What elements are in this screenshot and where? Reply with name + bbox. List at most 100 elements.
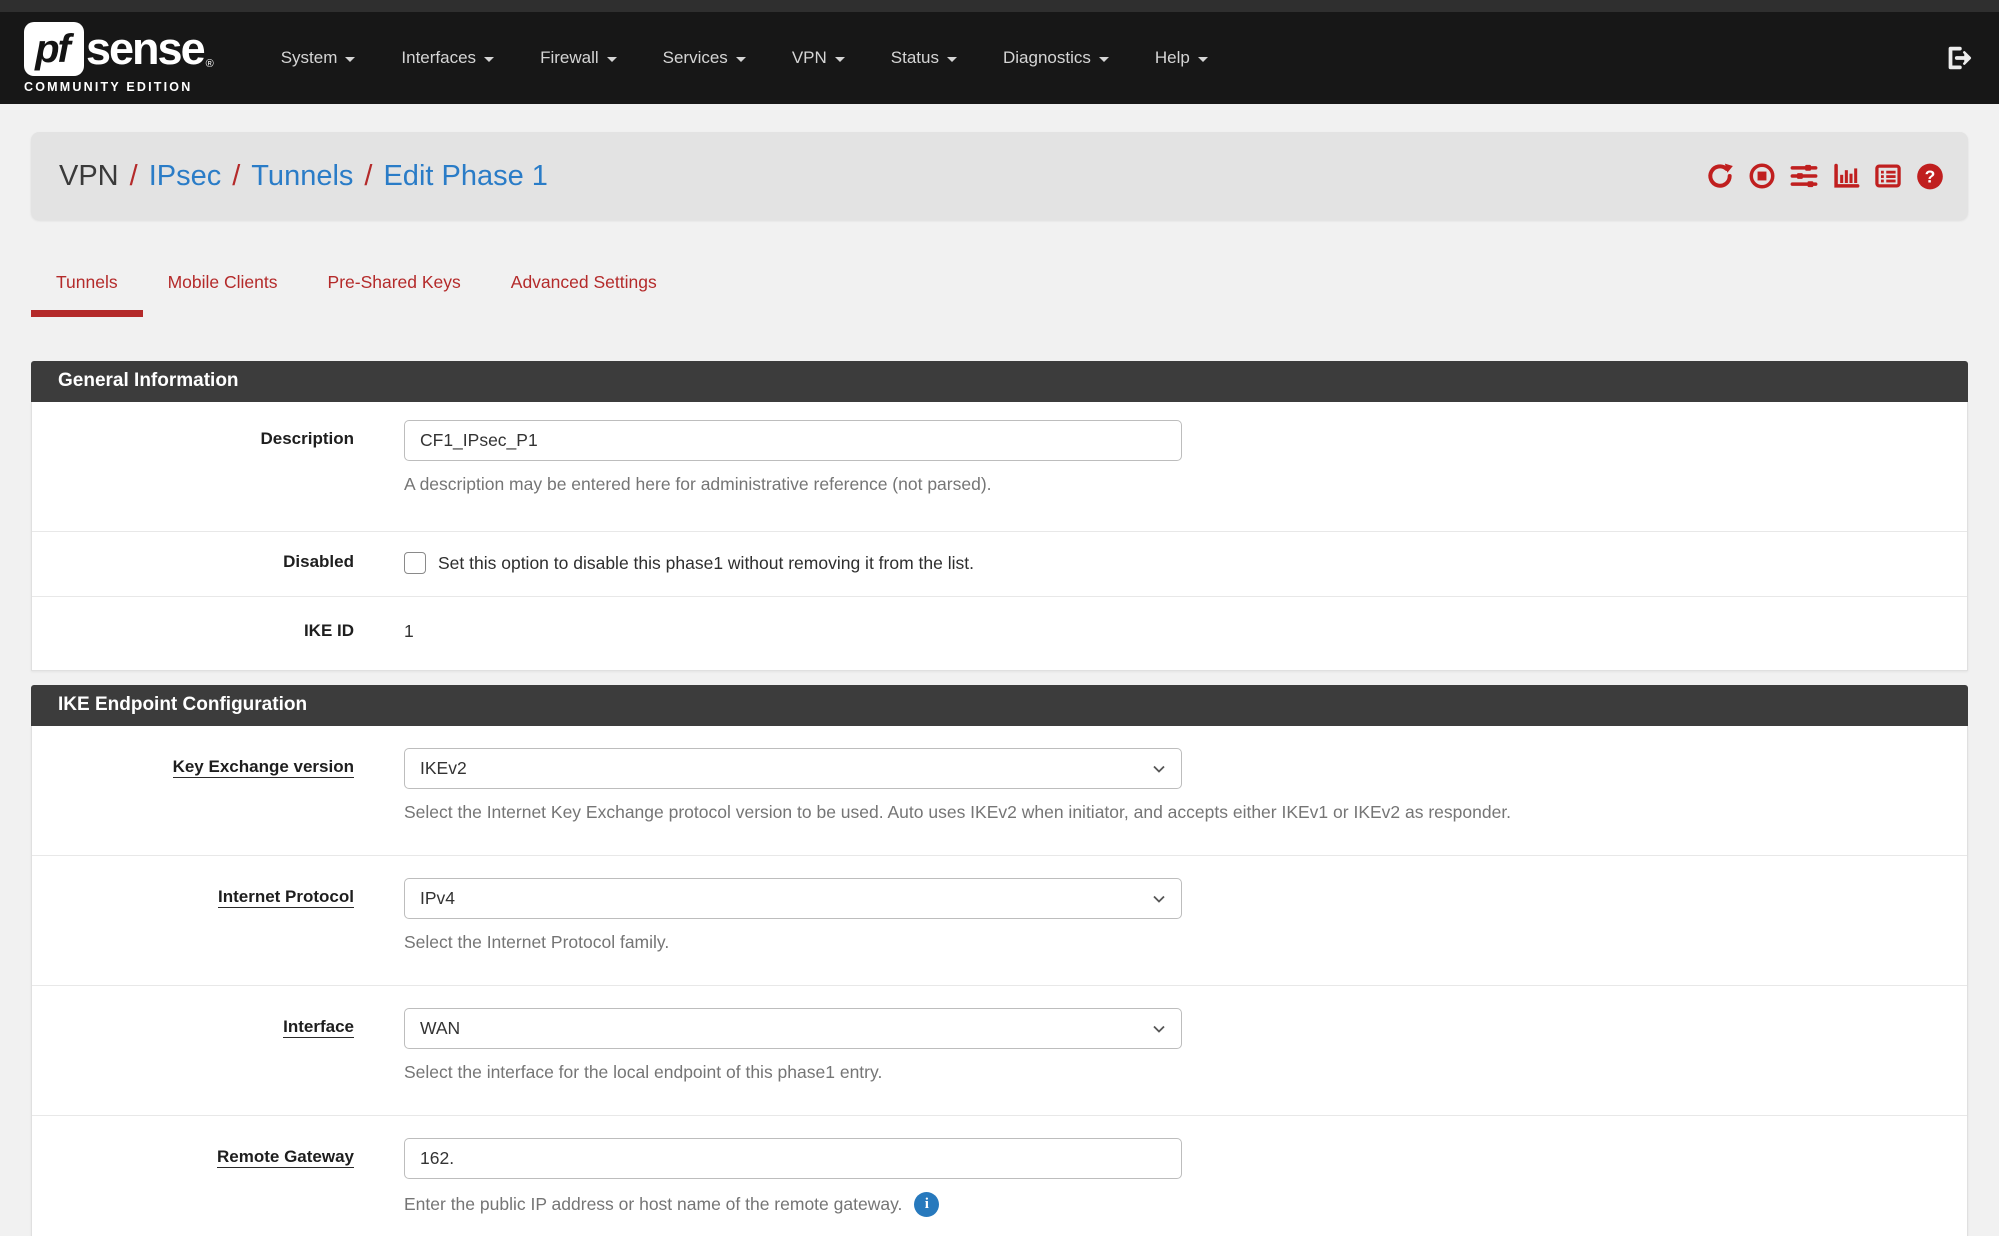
tab-tunnels[interactable]: Tunnels	[31, 272, 143, 317]
log-list-icon[interactable]	[1874, 162, 1902, 190]
disabled-option: Set this option to disable this phase1 w…	[404, 552, 1927, 574]
breadcrumb-ipsec-link[interactable]: IPsec	[149, 160, 222, 193]
key-exchange-version-content: IKEv2 Select the Internet Key Exchange p…	[404, 748, 1967, 823]
breadcrumb-tunnels-link[interactable]: Tunnels	[251, 160, 353, 193]
remote-gateway-row: Remote Gateway Enter the public IP addre…	[32, 1116, 1967, 1236]
chevron-down-icon	[1099, 57, 1109, 62]
remote-gateway-content: Enter the public IP address or host name…	[404, 1138, 1967, 1217]
chevron-down-icon	[345, 57, 355, 62]
remote-gateway-input[interactable]	[404, 1138, 1182, 1179]
breadcrumb-vpn: VPN	[59, 160, 119, 193]
nav-item-system[interactable]: System	[258, 34, 379, 82]
registered-mark: ®	[206, 58, 214, 70]
breadcrumb-separator: /	[232, 160, 240, 193]
disabled-row: Disabled Set this option to disable this…	[32, 532, 1967, 597]
tab-mobile-clients[interactable]: Mobile Clients	[143, 272, 303, 317]
navbar: pf sense ® COMMUNITY EDITION System Inte…	[0, 12, 1999, 104]
chevron-down-icon	[835, 57, 845, 62]
description-content: A description may be entered here for ad…	[404, 420, 1967, 495]
interface-label-wrap: Interface	[32, 1008, 404, 1083]
nav-item-status[interactable]: Status	[868, 34, 980, 82]
breadcrumb-bar: VPN / IPsec / Tunnels / Edit Phase 1 ?	[31, 132, 1968, 220]
description-row: Description A description may be entered…	[32, 402, 1967, 532]
breadcrumb-edit-phase1-link[interactable]: Edit Phase 1	[383, 160, 547, 193]
svg-text:?: ?	[1925, 166, 1936, 186]
breadcrumb: VPN / IPsec / Tunnels / Edit Phase 1	[59, 160, 548, 193]
pfsense-logo[interactable]: pf sense ® COMMUNITY EDITION	[24, 22, 214, 94]
interface-content: WAN Select the interface for the local e…	[404, 1008, 1967, 1083]
chevron-down-icon	[947, 57, 957, 62]
remote-gateway-help: Enter the public IP address or host name…	[404, 1194, 902, 1215]
pfsense-logo-row: pf sense ®	[24, 22, 214, 76]
panel-body: Key Exchange version IKEv2 Select the In…	[31, 726, 1968, 1236]
remote-gateway-label: Remote Gateway	[217, 1147, 354, 1168]
tab-pre-shared-keys[interactable]: Pre-Shared Keys	[303, 272, 486, 317]
nav-item-label: Help	[1155, 48, 1190, 68]
key-exchange-version-label-wrap: Key Exchange version	[32, 748, 404, 823]
nav-menu: System Interfaces Firewall Services VPN …	[258, 34, 1231, 82]
disabled-label: Disabled	[32, 552, 404, 574]
ike-id-label: IKE ID	[32, 621, 404, 642]
refresh-icon[interactable]	[1706, 162, 1734, 190]
interface-select[interactable]: WAN	[404, 1008, 1182, 1049]
key-exchange-version-label: Key Exchange version	[173, 757, 354, 778]
chart-bar-icon[interactable]	[1832, 162, 1860, 190]
nav-item-interfaces[interactable]: Interfaces	[378, 34, 517, 82]
internet-protocol-row: Internet Protocol IPv4 Select the Intern…	[32, 856, 1967, 986]
navbar-top-strip	[0, 0, 1999, 12]
ike-id-value: 1	[404, 621, 1927, 642]
key-exchange-version-select[interactable]: IKEv2	[404, 748, 1182, 789]
internet-protocol-help: Select the Internet Protocol family.	[404, 932, 1927, 953]
info-icon[interactable]: i	[914, 1192, 939, 1217]
chevron-down-icon	[1198, 57, 1208, 62]
nav-item-label: Status	[891, 48, 939, 68]
nav-item-help[interactable]: Help	[1132, 34, 1231, 82]
chevron-down-icon	[1152, 762, 1166, 776]
nav-item-vpn[interactable]: VPN	[769, 34, 868, 82]
filters-icon[interactable]	[1790, 162, 1818, 190]
pf-logo-text: pf	[35, 27, 73, 72]
internet-protocol-value: IPv4	[420, 888, 455, 909]
interface-label: Interface	[283, 1017, 354, 1038]
interface-value: WAN	[420, 1018, 460, 1039]
nav-item-diagnostics[interactable]: Diagnostics	[980, 34, 1132, 82]
panel-title: IKE Endpoint Configuration	[31, 685, 1968, 726]
chevron-down-icon	[484, 57, 494, 62]
tab-bar: Tunnels Mobile Clients Pre-Shared Keys A…	[31, 272, 1968, 317]
ike-id-row: IKE ID 1	[32, 597, 1967, 670]
nav-item-services[interactable]: Services	[640, 34, 769, 82]
help-icon[interactable]: ?	[1916, 162, 1944, 190]
ike-id-content: 1	[404, 621, 1967, 642]
remote-gateway-help-line: Enter the public IP address or host name…	[404, 1192, 1927, 1217]
community-edition-label: COMMUNITY EDITION	[24, 80, 214, 94]
sign-out-icon[interactable]	[1943, 43, 1973, 73]
disabled-option-label: Set this option to disable this phase1 w…	[438, 553, 974, 574]
chevron-down-icon	[1152, 892, 1166, 906]
pf-logo-box: pf	[24, 22, 84, 76]
description-input[interactable]	[404, 420, 1182, 461]
description-help: A description may be entered here for ad…	[404, 474, 1927, 495]
remote-gateway-label-wrap: Remote Gateway	[32, 1138, 404, 1217]
chevron-down-icon	[736, 57, 746, 62]
tab-advanced-settings[interactable]: Advanced Settings	[486, 272, 682, 317]
key-exchange-version-value: IKEv2	[420, 758, 467, 779]
nav-item-label: Diagnostics	[1003, 48, 1091, 68]
general-information-panel: General Information Description A descri…	[31, 361, 1968, 671]
key-exchange-version-row: Key Exchange version IKEv2 Select the In…	[32, 726, 1967, 856]
description-label: Description	[32, 420, 404, 495]
internet-protocol-select[interactable]: IPv4	[404, 878, 1182, 919]
interface-help: Select the interface for the local endpo…	[404, 1062, 1927, 1083]
interface-row: Interface WAN Select the interface for t…	[32, 986, 1967, 1116]
panel-title: General Information	[31, 361, 1968, 402]
breadcrumb-separator: /	[364, 160, 372, 193]
internet-protocol-content: IPv4 Select the Internet Protocol family…	[404, 878, 1967, 953]
internet-protocol-label-wrap: Internet Protocol	[32, 878, 404, 953]
disabled-checkbox[interactable]	[404, 552, 426, 574]
nav-item-label: Firewall	[540, 48, 599, 68]
nav-item-firewall[interactable]: Firewall	[517, 34, 640, 82]
stop-icon[interactable]	[1748, 162, 1776, 190]
breadcrumb-separator: /	[130, 160, 138, 193]
ike-endpoint-configuration-panel: IKE Endpoint Configuration Key Exchange …	[31, 685, 1968, 1236]
key-exchange-version-help: Select the Internet Key Exchange protoco…	[404, 802, 1927, 823]
panel-body: Description A description may be entered…	[31, 402, 1968, 671]
